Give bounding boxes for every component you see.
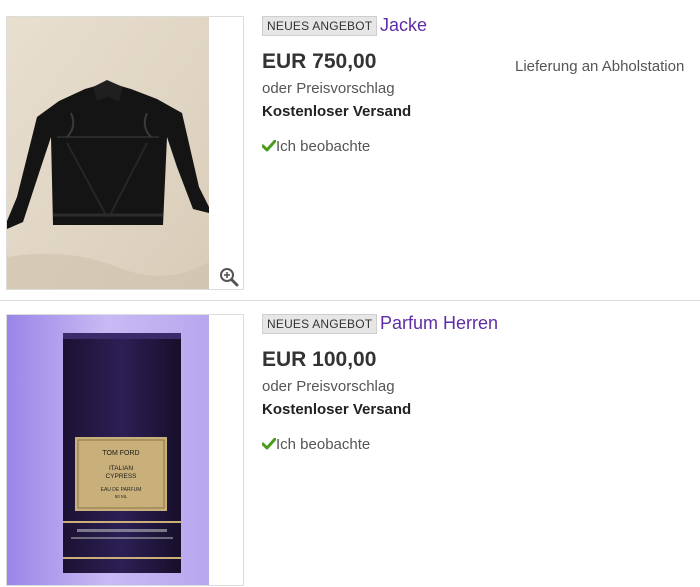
new-listing-badge: NEUES ANGEBOT	[262, 16, 378, 36]
listing-price: EUR 750,00	[262, 50, 377, 73]
watching-link[interactable]: Ich beobachte	[262, 436, 370, 453]
free-shipping-label: Kostenloser Versand	[262, 401, 412, 418]
watching-link[interactable]: Ich beobachte	[262, 138, 370, 155]
listing-title-link[interactable]: Parfum Herren	[380, 313, 498, 334]
new-listing-badge: NEUES ANGEBOT	[262, 314, 378, 334]
perfume-name-line1: ITALIAN	[109, 465, 133, 472]
listing-title-link[interactable]: Jacke	[380, 15, 427, 36]
perfume-photo[interactable]: TOM FORD ITALIAN CYPRESS EAU DE PARFUM 5…	[7, 315, 209, 585]
listing-thumbnail[interactable]	[6, 16, 244, 290]
listing-item: NEUES ANGEBOT Jacke EUR 750,00 oder Prei…	[0, 0, 700, 300]
perfume-brand-text: TOM FORD	[102, 450, 139, 457]
delivery-option-label: Lieferung an Abholstation	[515, 58, 685, 75]
zoom-icon[interactable]	[219, 267, 239, 287]
perfume-name-line2: CYPRESS	[105, 473, 137, 480]
checkmark-icon	[262, 438, 276, 450]
perfume-volume-text: 50 ML	[115, 494, 128, 499]
listing-thumbnail[interactable]: TOM FORD ITALIAN CYPRESS EAU DE PARFUM 5…	[6, 314, 244, 586]
best-offer-label: oder Preisvorschlag	[262, 378, 395, 395]
best-offer-label: oder Preisvorschlag	[262, 80, 395, 97]
jacket-photo[interactable]	[7, 17, 209, 289]
watching-label: Ich beobachte	[276, 138, 371, 155]
listing-price: EUR 100,00	[262, 348, 377, 371]
watching-label: Ich beobachte	[276, 436, 371, 453]
listing-item: TOM FORD ITALIAN CYPRESS EAU DE PARFUM 5…	[0, 300, 700, 587]
checkmark-icon	[262, 140, 276, 152]
perfume-type-text: EAU DE PARFUM	[101, 487, 142, 493]
free-shipping-label: Kostenloser Versand	[262, 103, 412, 120]
